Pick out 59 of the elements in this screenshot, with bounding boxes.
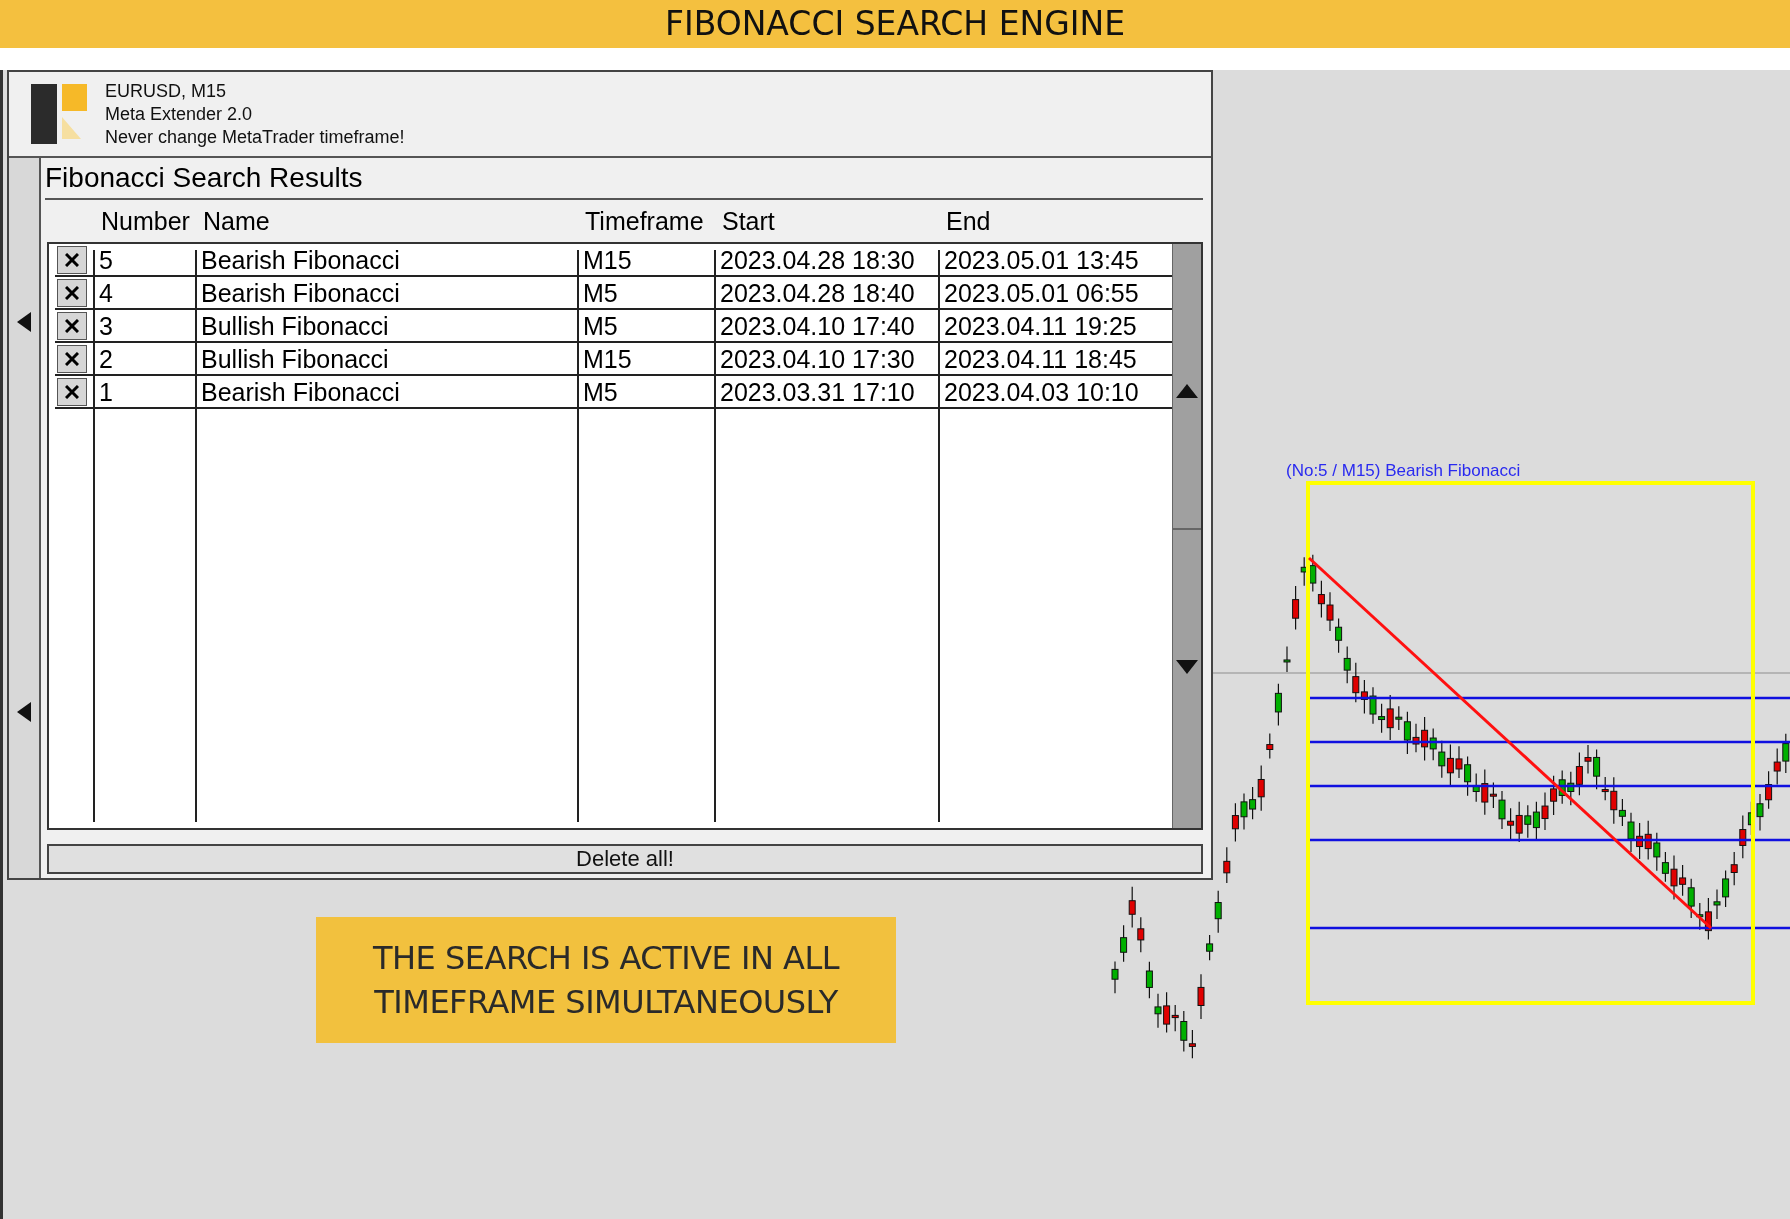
table-cell-text: 3 bbox=[98, 311, 114, 342]
product-label: Meta Extender 2.0 bbox=[105, 102, 254, 126]
delete-row-button[interactable] bbox=[57, 345, 87, 373]
column-header: Number bbox=[101, 206, 191, 237]
delete-row-button[interactable] bbox=[57, 378, 87, 406]
table-cell-text: M5 bbox=[582, 311, 619, 342]
table-cell-text: 5 bbox=[98, 245, 114, 276]
candlestick bbox=[1197, 973, 1205, 1020]
close-icon bbox=[65, 286, 79, 300]
callout-text: THE SEARCH IS ACTIVE IN ALL TIMEFRAME SIMULTANEOUSLY bbox=[316, 917, 896, 1043]
column-header: End bbox=[946, 206, 992, 237]
table-cell-text: M5 bbox=[582, 377, 619, 408]
banner-title: FIBONACCI SEARCH ENGINE bbox=[664, 3, 1126, 45]
table-cell-text: 4 bbox=[98, 278, 114, 309]
table-cell-text: Bearish Fibonacci bbox=[200, 377, 401, 408]
table-cell-text: 2023.04.28 18:40 bbox=[719, 278, 916, 309]
results-title: Fibonacci Search Results bbox=[45, 161, 364, 195]
table-cell-text: 1 bbox=[98, 377, 114, 408]
delete-all-button[interactable]: Delete all! bbox=[47, 844, 1203, 874]
left-arrow-icon[interactable] bbox=[17, 312, 31, 332]
candlestick bbox=[1274, 683, 1282, 726]
close-icon bbox=[65, 385, 79, 399]
column-header: Timeframe bbox=[585, 206, 705, 237]
delete-row-button[interactable] bbox=[57, 279, 87, 307]
table-cell-text: M15 bbox=[582, 344, 633, 375]
close-icon bbox=[65, 352, 79, 366]
candlestick bbox=[1283, 645, 1291, 673]
symbol-label: EURUSD, M15 bbox=[105, 79, 228, 103]
table-cell-text: M15 bbox=[582, 245, 633, 276]
notice-label: Never change MetaTrader timeframe! bbox=[105, 125, 405, 149]
delete-row-button[interactable] bbox=[57, 312, 87, 340]
table-cell-text: 2023.04.10 17:40 bbox=[719, 311, 916, 342]
table-cell-text: 2023.04.11 18:45 bbox=[943, 344, 1138, 375]
table-cell-text: 2023.05.01 06:55 bbox=[943, 278, 1140, 309]
column-header: Name bbox=[203, 206, 271, 237]
table-cell-text: Bearish Fibonacci bbox=[200, 245, 401, 276]
table-cell-text: M5 bbox=[582, 278, 619, 309]
scroll-down-icon[interactable] bbox=[1176, 660, 1198, 674]
table-cell-text: Bullish Fibonacci bbox=[200, 344, 390, 375]
scrollbar[interactable] bbox=[1172, 244, 1201, 828]
logo-icon bbox=[31, 84, 87, 144]
column-header: Start bbox=[722, 206, 776, 237]
table-cell-text: 2023.04.28 18:30 bbox=[719, 245, 916, 276]
table-cell-text: 2 bbox=[98, 344, 114, 375]
table-cell-text: 2023.04.11 19:25 bbox=[943, 311, 1138, 342]
table-cell-text: 2023.04.03 10:10 bbox=[943, 377, 1140, 408]
close-icon bbox=[65, 253, 79, 267]
candlestick bbox=[1223, 846, 1231, 884]
scroll-up-icon[interactable] bbox=[1176, 384, 1198, 398]
table-cell-text: 2023.05.01 13:45 bbox=[943, 245, 1140, 276]
close-icon bbox=[65, 319, 79, 333]
delete-row-button[interactable] bbox=[57, 246, 87, 274]
left-arrow-icon[interactable] bbox=[17, 702, 31, 722]
table-cell-text: Bearish Fibonacci bbox=[200, 278, 401, 309]
table-cell-text: 2023.04.10 17:30 bbox=[719, 344, 916, 375]
table-cell-text: Bullish Fibonacci bbox=[200, 311, 390, 342]
table-cell-text: 2023.03.31 17:10 bbox=[719, 377, 916, 408]
pattern-label: (No:5 / M15) Bearish Fibonacci bbox=[1286, 461, 1521, 481]
candlestick bbox=[1266, 732, 1274, 760]
